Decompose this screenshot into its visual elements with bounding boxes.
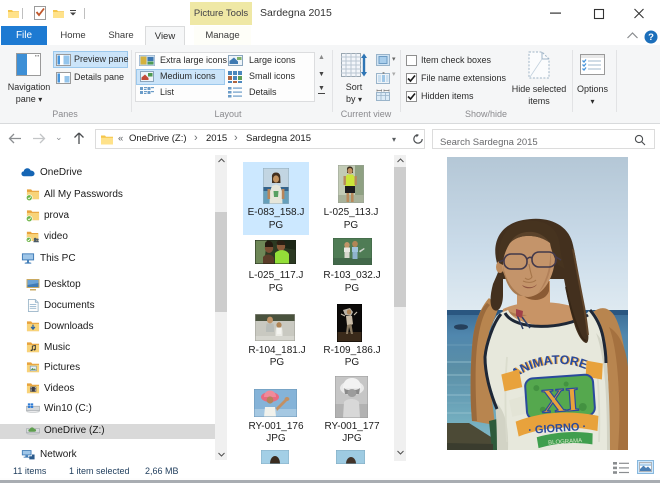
svg-text:?: ? [648,32,654,43]
